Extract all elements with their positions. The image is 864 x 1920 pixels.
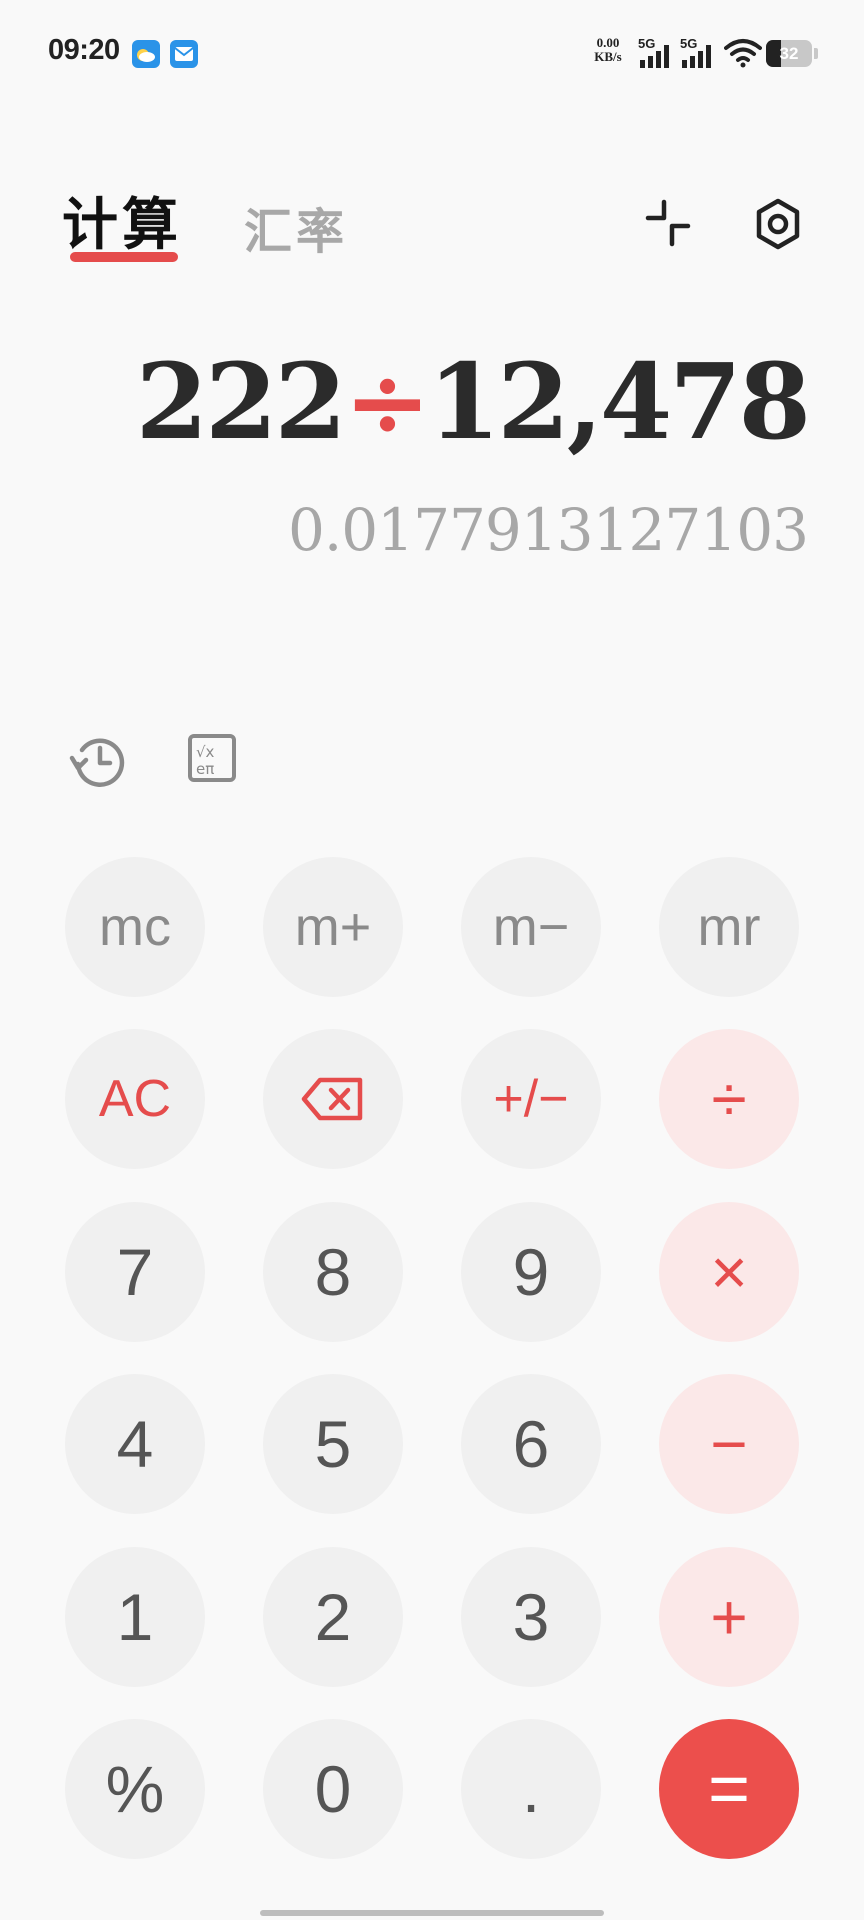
weather-app-icon — [132, 40, 160, 68]
scientific-mode-button[interactable]: √x eπ — [182, 730, 244, 792]
all-clear-button[interactable]: AC — [65, 1029, 205, 1169]
calculator-screen: 09:20 0.00 KB/s 5G 5G 32 计算 汇率 222÷12,47… — [0, 0, 864, 1920]
plus-button[interactable]: + — [659, 1547, 799, 1687]
history-button[interactable] — [68, 730, 130, 792]
digit-8-button[interactable]: 8 — [263, 1202, 403, 1342]
network-speed-value: 0.00 — [596, 35, 620, 50]
svg-text:eπ: eπ — [196, 760, 214, 778]
battery-icon: 32 — [766, 40, 812, 67]
plus-minus-button[interactable]: +/− — [461, 1029, 601, 1169]
collapse-button[interactable] — [640, 196, 696, 252]
m-minus-button[interactable]: m− — [461, 857, 601, 997]
scientific-icon: √x eπ — [188, 734, 236, 782]
backspace-icon — [301, 1077, 363, 1121]
digit-9-button[interactable]: 9 — [461, 1202, 601, 1342]
svg-text:√x: √x — [196, 743, 215, 761]
mail-app-icon — [170, 40, 198, 68]
battery-tip — [814, 48, 818, 59]
minus-button[interactable]: − — [659, 1374, 799, 1514]
active-tab-indicator — [70, 252, 178, 262]
expression-display: 222÷12,478 — [135, 340, 811, 463]
equals-button[interactable]: = — [659, 1719, 799, 1859]
digit-4-button[interactable]: 4 — [65, 1374, 205, 1514]
collapse-icon — [645, 199, 691, 247]
network-speed: 0.00 KB/s — [588, 36, 628, 64]
history-icon — [69, 738, 125, 787]
digit-5-button[interactable]: 5 — [263, 1374, 403, 1514]
network-speed-unit: KB/s — [594, 49, 622, 64]
backspace-button[interactable] — [263, 1029, 403, 1169]
operator: ÷ — [343, 340, 431, 463]
home-indicator[interactable] — [260, 1910, 604, 1916]
mr-button[interactable]: mr — [659, 857, 799, 997]
operand-1: 222 — [135, 340, 347, 463]
battery-level: 32 — [779, 44, 799, 63]
m-plus-button[interactable]: m+ — [263, 857, 403, 997]
decimal-point-button[interactable]: . — [461, 1719, 601, 1859]
digit-2-button[interactable]: 2 — [263, 1547, 403, 1687]
percent-button[interactable]: % — [65, 1719, 205, 1859]
tab-exchange-rate[interactable]: 汇率 — [244, 192, 348, 262]
digit-0-button[interactable]: 0 — [263, 1719, 403, 1859]
tab-calculator[interactable]: 计算 — [62, 180, 182, 261]
status-bar: 09:20 0.00 KB/s 5G 5G 32 — [0, 0, 864, 100]
multiply-button[interactable]: × — [659, 1202, 799, 1342]
status-time: 09:20 — [48, 34, 120, 66]
digit-3-button[interactable]: 3 — [461, 1547, 601, 1687]
digit-6-button[interactable]: 6 — [461, 1374, 601, 1514]
digit-7-button[interactable]: 7 — [65, 1202, 205, 1342]
settings-icon — [756, 198, 800, 250]
settings-button[interactable] — [750, 196, 806, 252]
mc-button[interactable]: mc — [65, 857, 205, 997]
result-display: 0.0177913127103 — [287, 496, 809, 564]
operand-2: 12,478 — [427, 340, 811, 463]
divide-button[interactable]: ÷ — [659, 1029, 799, 1169]
digit-1-button[interactable]: 1 — [65, 1547, 205, 1687]
wifi-icon — [724, 38, 762, 73]
